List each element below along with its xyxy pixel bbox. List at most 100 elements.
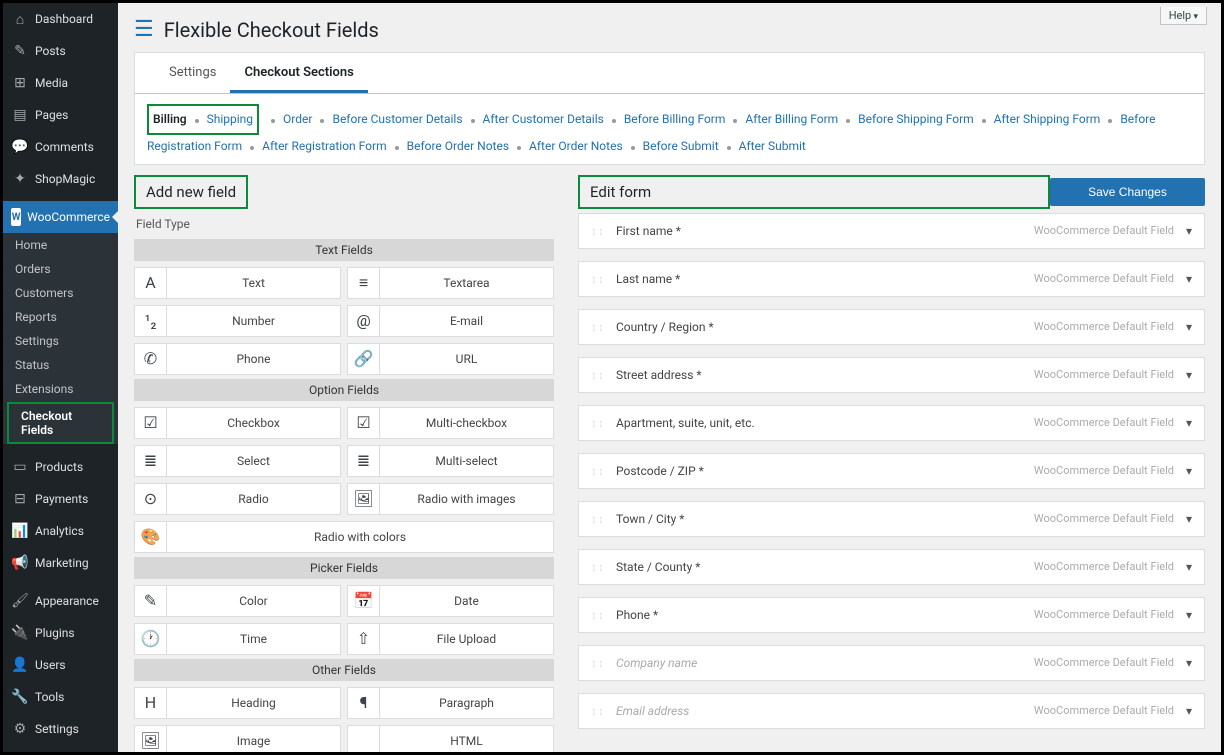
chevron-down-icon[interactable]: ▾ bbox=[1186, 416, 1192, 430]
sidebar-sub-checkout-fields[interactable]: Checkout Fields bbox=[7, 402, 114, 444]
sidebar-sub-home[interactable]: Home bbox=[3, 233, 118, 257]
sidebar-item-woocommerce[interactable]: W WooCommerce bbox=[3, 201, 118, 233]
form-field-row[interactable]: Email addressWooCommerce Default Field▾ bbox=[578, 693, 1205, 729]
subtab-order[interactable]: Order bbox=[283, 112, 312, 126]
drag-handle-icon[interactable] bbox=[591, 512, 604, 526]
subtab-after-submit[interactable]: After Submit bbox=[739, 139, 806, 153]
form-field-row[interactable]: Town / City *WooCommerce Default Field▾ bbox=[578, 501, 1205, 537]
field-type-color[interactable]: ✎Color bbox=[134, 585, 341, 617]
phone-icon: ✆ bbox=[135, 344, 167, 374]
sidebar-sub-status[interactable]: Status bbox=[3, 353, 118, 377]
sidebar-item-media[interactable]: ⊞Media bbox=[3, 67, 118, 99]
form-field-row[interactable]: Phone *WooCommerce Default Field▾ bbox=[578, 597, 1205, 633]
sidebar-sub-reports[interactable]: Reports bbox=[3, 305, 118, 329]
drag-handle-icon[interactable] bbox=[591, 224, 604, 238]
sidebar-item-tools[interactable]: 🔧Tools bbox=[3, 681, 118, 713]
field-type-text[interactable]: AText bbox=[134, 267, 341, 299]
help-tab[interactable]: Help bbox=[1160, 7, 1207, 25]
sidebar-item-wp-desk[interactable]: ▸WP Desk bbox=[3, 751, 118, 752]
chevron-down-icon[interactable]: ▾ bbox=[1186, 656, 1192, 670]
field-type-date[interactable]: 📅Date bbox=[347, 585, 554, 617]
sidebar-sub-settings[interactable]: Settings bbox=[3, 329, 118, 353]
sidebar-item-marketing[interactable]: 📢Marketing bbox=[3, 547, 118, 579]
chevron-down-icon[interactable]: ▾ bbox=[1186, 368, 1192, 382]
sidebar-item-appearance[interactable]: 🖌Appearance bbox=[3, 585, 118, 617]
sidebar-item-users[interactable]: 👤Users bbox=[3, 649, 118, 681]
form-field-row[interactable]: Street address *WooCommerce Default Fiel… bbox=[578, 357, 1205, 393]
chevron-down-icon[interactable]: ▾ bbox=[1186, 704, 1192, 718]
sidebar-sub-extensions[interactable]: Extensions bbox=[3, 377, 118, 401]
form-field-row[interactable]: Country / Region *WooCommerce Default Fi… bbox=[578, 309, 1205, 345]
form-field-row[interactable]: First name *WooCommerce Default Field▾ bbox=[578, 213, 1205, 249]
chevron-down-icon[interactable]: ▾ bbox=[1186, 512, 1192, 526]
subtab-before-customer-details[interactable]: Before Customer Details bbox=[332, 112, 462, 126]
field-type-paragraph[interactable]: ¶Paragraph bbox=[347, 687, 554, 719]
drag-handle-icon[interactable] bbox=[591, 368, 604, 382]
sidebar-item-posts[interactable]: ✎Posts bbox=[3, 35, 118, 67]
subtab-shipping[interactable]: Shipping bbox=[207, 112, 253, 126]
field-type-radio-with-images[interactable]: 🖼Radio with images bbox=[347, 483, 554, 515]
subtab-before-billing-form[interactable]: Before Billing Form bbox=[624, 112, 726, 126]
drag-handle-icon[interactable] bbox=[591, 416, 604, 430]
subtab-after-registration-form[interactable]: After Registration Form bbox=[262, 139, 386, 153]
field-type-radio-with-colors[interactable]: 🎨Radio with colors bbox=[134, 521, 554, 553]
field-type-html[interactable]: HTML bbox=[347, 725, 554, 752]
subtab-before-order-notes[interactable]: Before Order Notes bbox=[407, 139, 509, 153]
subtab-after-billing-form[interactable]: After Billing Form bbox=[745, 112, 838, 126]
field-type-radio[interactable]: ⊙Radio bbox=[134, 483, 341, 515]
form-field-row[interactable]: Last name *WooCommerce Default Field▾ bbox=[578, 261, 1205, 297]
tab-checkout-sections[interactable]: Checkout Sections bbox=[230, 53, 367, 93]
subtab-after-shipping-form[interactable]: After Shipping Form bbox=[994, 112, 1101, 126]
sidebar-item-plugins[interactable]: 🔌Plugins bbox=[3, 617, 118, 649]
field-type-image[interactable]: 🖼Image bbox=[134, 725, 341, 752]
subtab-after-order-notes[interactable]: After Order Notes bbox=[529, 139, 623, 153]
form-field-row[interactable]: Postcode / ZIP *WooCommerce Default Fiel… bbox=[578, 453, 1205, 489]
chevron-down-icon[interactable]: ▾ bbox=[1186, 224, 1192, 238]
field-type-e-mail[interactable]: @E-mail bbox=[347, 305, 554, 337]
save-changes-button[interactable]: Save Changes bbox=[1050, 178, 1205, 206]
field-type-select[interactable]: ≣Select bbox=[134, 445, 341, 477]
drag-handle-icon[interactable] bbox=[591, 704, 604, 718]
drag-handle-icon[interactable] bbox=[591, 560, 604, 574]
form-field-row[interactable]: Apartment, suite, unit, etc.WooCommerce … bbox=[578, 405, 1205, 441]
drag-handle-icon[interactable] bbox=[591, 272, 604, 286]
form-field-row[interactable]: State / County *WooCommerce Default Fiel… bbox=[578, 549, 1205, 585]
sidebar-sub-orders[interactable]: Orders bbox=[3, 257, 118, 281]
field-type-file-upload[interactable]: ⇧File Upload bbox=[347, 623, 554, 655]
field-type-label: Paragraph bbox=[380, 696, 553, 710]
sidebar-item-products[interactable]: ▭Products bbox=[3, 451, 118, 483]
chevron-down-icon[interactable]: ▾ bbox=[1186, 272, 1192, 286]
sidebar-sub-customers[interactable]: Customers bbox=[3, 281, 118, 305]
chevron-down-icon[interactable]: ▾ bbox=[1186, 464, 1192, 478]
drag-handle-icon[interactable] bbox=[591, 464, 604, 478]
subtab-after-customer-details[interactable]: After Customer Details bbox=[483, 112, 604, 126]
chevron-down-icon[interactable]: ▾ bbox=[1186, 608, 1192, 622]
field-type-time[interactable]: 🕐Time bbox=[134, 623, 341, 655]
field-type-multi-checkbox[interactable]: ☑Multi-checkbox bbox=[347, 407, 554, 439]
form-field-row[interactable]: Company nameWooCommerce Default Field▾ bbox=[578, 645, 1205, 681]
field-type-multi-select[interactable]: ≣Multi-select bbox=[347, 445, 554, 477]
chevron-down-icon[interactable]: ▾ bbox=[1186, 320, 1192, 334]
field-label: Postcode / ZIP * bbox=[616, 464, 1034, 478]
drag-handle-icon[interactable] bbox=[591, 320, 604, 334]
drag-handle-icon[interactable] bbox=[591, 608, 604, 622]
sidebar-item-analytics[interactable]: 📊Analytics bbox=[3, 515, 118, 547]
sidebar-item-comments[interactable]: 💬Comments bbox=[3, 131, 118, 163]
field-type-url[interactable]: 🔗URL bbox=[347, 343, 554, 375]
tab-settings[interactable]: Settings bbox=[155, 53, 230, 93]
sidebar-item-dashboard[interactable]: ⌂Dashboard bbox=[3, 3, 118, 35]
field-type-checkbox[interactable]: ☑Checkbox bbox=[134, 407, 341, 439]
sidebar-item-payments[interactable]: ⊟Payments bbox=[3, 483, 118, 515]
sidebar-item-settings[interactable]: ⚙Settings bbox=[3, 713, 118, 745]
field-type-number[interactable]: ¹₂Number bbox=[134, 305, 341, 337]
drag-handle-icon[interactable] bbox=[591, 656, 604, 670]
sidebar-item-shopmagic[interactable]: ✦ShopMagic bbox=[3, 163, 118, 195]
subtab-before-submit[interactable]: Before Submit bbox=[643, 139, 719, 153]
field-type-phone[interactable]: ✆Phone bbox=[134, 343, 341, 375]
field-type-textarea[interactable]: ≡Textarea bbox=[347, 267, 554, 299]
subtab-before-shipping-form[interactable]: Before Shipping Form bbox=[858, 112, 973, 126]
chevron-down-icon[interactable]: ▾ bbox=[1186, 560, 1192, 574]
field-type-heading[interactable]: HHeading bbox=[134, 687, 341, 719]
sidebar-item-pages[interactable]: ▤Pages bbox=[3, 99, 118, 131]
subtab-billing[interactable]: Billing bbox=[153, 112, 187, 126]
